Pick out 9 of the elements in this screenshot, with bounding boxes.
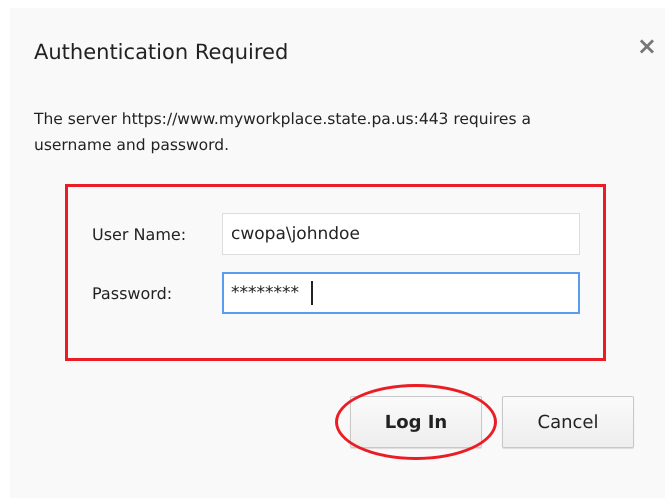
log-in-button[interactable]: Log In	[350, 396, 482, 448]
password-field[interactable]: ********	[222, 272, 580, 314]
dialog-title: Authentication Required	[34, 39, 288, 66]
field-label: Password:	[92, 284, 174, 302]
cancel-button[interactable]: Cancel	[502, 396, 634, 448]
field-label: User Name:	[92, 224, 188, 244]
username-field[interactable]: cwopa\johndoe	[222, 213, 580, 255]
close-button[interactable]: ×	[636, 34, 657, 58]
dialog-message: The server https://www.myworkplace.state.pa.us:443 requires a username and password.	[34, 109, 532, 156]
